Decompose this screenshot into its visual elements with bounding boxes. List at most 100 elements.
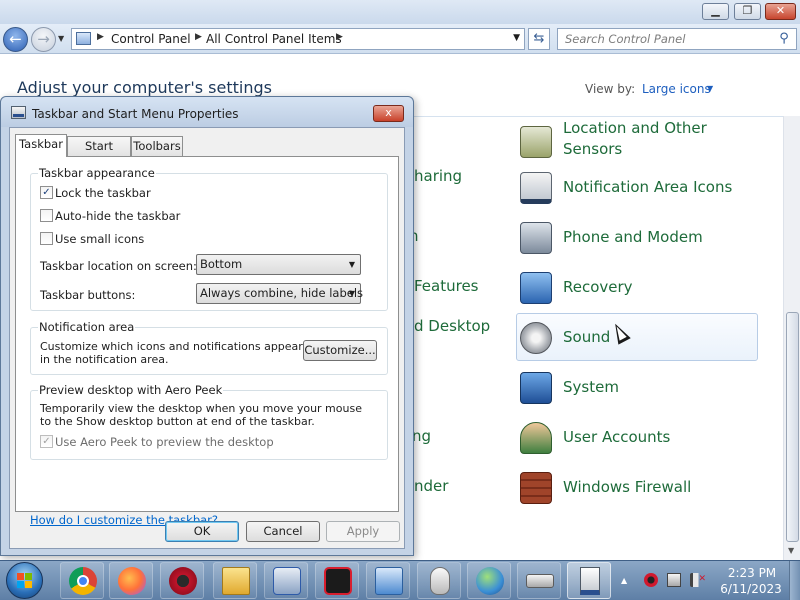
taskbar-app-recorder[interactable] xyxy=(315,562,359,599)
cp-item-sound[interactable]: Sound xyxy=(516,313,758,361)
tray-red-app-icon[interactable] xyxy=(644,573,658,587)
cp-item-partial[interactable]: ng xyxy=(412,427,431,445)
breadcrumb-all-items[interactable]: All Control Panel Items xyxy=(206,32,342,46)
taskbar-app-network[interactable] xyxy=(467,562,511,599)
firefox-icon xyxy=(118,567,146,595)
speaker-icon xyxy=(520,322,552,354)
taskbar-app-mouse[interactable] xyxy=(417,562,461,599)
group-title: Preview desktop with Aero Peek xyxy=(38,383,224,397)
group-notification-area: Notification area Customize which icons … xyxy=(30,320,388,375)
tab-taskbar[interactable]: Taskbar xyxy=(15,134,67,157)
checkbox-label[interactable]: Use Aero Peek to preview the desktop xyxy=(55,435,274,449)
search-input[interactable] xyxy=(558,29,772,49)
windows-logo-icon xyxy=(17,573,33,589)
taskbar-app-firefox[interactable] xyxy=(109,562,153,599)
group-aero-peek: Preview desktop with Aero Peek Temporari… xyxy=(30,383,388,460)
recovery-icon xyxy=(520,272,552,304)
user-accounts-icon xyxy=(520,422,552,454)
taskbar-app-explorer[interactable] xyxy=(213,562,257,599)
cp-item-label: System xyxy=(563,378,619,396)
dialog-close-button[interactable]: x xyxy=(373,105,404,122)
tab-toolbars[interactable]: Toolbars xyxy=(131,136,183,156)
auto-hide-checkbox[interactable] xyxy=(40,209,53,222)
group-title: Taskbar appearance xyxy=(38,166,156,180)
cp-item-label: Phone and Modem xyxy=(563,228,703,246)
group-taskbar-appearance: Taskbar appearance ✓ Lock the taskbar Au… xyxy=(30,166,388,311)
search-icon[interactable]: ⚲ xyxy=(776,31,792,47)
show-hidden-icons-icon[interactable]: ▲ xyxy=(621,576,627,585)
tray-device-icon[interactable] xyxy=(667,573,681,587)
show-desktop-button[interactable] xyxy=(789,561,800,600)
cp-item-label: Recovery xyxy=(563,278,633,296)
close-button[interactable]: ✕ xyxy=(765,3,796,20)
file-explorer-icon xyxy=(222,567,250,595)
checkbox-label[interactable]: Use small icons xyxy=(55,232,144,246)
chevron-right-icon[interactable]: ▶ xyxy=(195,32,202,42)
cp-item-location-sensors[interactable]: Location and Other Sensors xyxy=(516,117,758,167)
ok-button[interactable]: OK xyxy=(165,521,239,542)
back-button[interactable]: ← xyxy=(3,27,28,52)
address-bar[interactable]: ▶ Control Panel ▶ All Control Panel Item… xyxy=(71,28,525,50)
maximize-button[interactable]: ❐ xyxy=(734,3,761,20)
taskbar-location-select[interactable]: Bottom ▼ xyxy=(196,254,361,275)
vertical-scrollbar[interactable]: ▼ xyxy=(783,116,800,560)
windows-taskbar: ▲ ✕ 2:23 PM 6/11/2023 xyxy=(0,560,800,600)
cancel-button[interactable]: Cancel xyxy=(246,521,320,542)
search-box[interactable]: ⚲ xyxy=(557,28,797,50)
taskbar-app-remote[interactable] xyxy=(264,562,308,599)
cp-item-partial[interactable]: nder xyxy=(414,477,448,495)
clock-date[interactable]: 6/11/2023 xyxy=(718,582,784,596)
cp-item-user-accounts[interactable]: User Accounts xyxy=(516,413,758,461)
firewall-icon xyxy=(520,472,552,504)
cp-item-system[interactable]: System xyxy=(516,363,758,411)
taskbar-app-taskbar-properties[interactable] xyxy=(567,562,611,599)
checkbox-label[interactable]: Auto-hide the taskbar xyxy=(55,209,180,223)
cp-item-notification-area-icons[interactable]: Notification Area Icons xyxy=(516,163,758,211)
taskbar-app-keyboard[interactable] xyxy=(517,562,561,599)
apply-button[interactable]: Apply xyxy=(326,521,400,542)
minimize-button[interactable]: ▁ xyxy=(702,3,729,20)
chevron-right-icon[interactable]: ▶ xyxy=(97,32,104,42)
start-button[interactable] xyxy=(6,562,43,599)
taskbar-app-control-panel[interactable] xyxy=(366,562,410,599)
cp-item-recovery[interactable]: Recovery xyxy=(516,263,758,311)
dialog-titlebar[interactable]: Taskbar and Start Menu Properties x xyxy=(1,97,413,127)
cp-item-partial[interactable]: Features xyxy=(414,277,479,295)
cp-item-label: Location and Other Sensors xyxy=(563,119,707,158)
refresh-button[interactable]: ⇆ xyxy=(528,28,550,50)
aero-peek-checkbox[interactable]: ✓ xyxy=(40,435,53,448)
address-row: ← → ▼ ▶ Control Panel ▶ All Control Pane… xyxy=(0,24,800,54)
chevron-down-icon[interactable]: ▼ xyxy=(707,84,713,93)
window-titlebar[interactable]: ▁ ❐ ✕ xyxy=(0,0,800,24)
tab-start-menu[interactable]: Start Menu xyxy=(67,136,131,171)
cp-item-partial[interactable]: haring xyxy=(414,167,462,185)
taskbar-app-chrome[interactable] xyxy=(60,562,104,599)
recent-pages-chevron-icon[interactable]: ▼ xyxy=(58,34,64,43)
control-panel-icon xyxy=(76,32,91,45)
taskbar-app-red[interactable] xyxy=(160,562,204,599)
scroll-down-icon[interactable]: ▼ xyxy=(788,546,794,555)
chrome-icon xyxy=(69,567,97,595)
lock-taskbar-checkbox[interactable]: ✓ xyxy=(40,186,53,199)
view-by-dropdown[interactable]: Large icons xyxy=(642,82,711,96)
phone-modem-icon xyxy=(520,222,552,254)
notification-area-icon xyxy=(520,172,552,204)
scrollbar-thumb[interactable] xyxy=(786,312,799,542)
cp-item-label: Sound xyxy=(563,328,611,346)
forward-button[interactable]: → xyxy=(31,27,56,52)
checkbox-label[interactable]: Lock the taskbar xyxy=(55,186,151,200)
notification-area-description: Customize which icons and notifications … xyxy=(40,340,303,366)
cp-item-windows-firewall[interactable]: Windows Firewall xyxy=(516,463,758,511)
address-dropdown-icon[interactable]: ▼ xyxy=(513,33,520,43)
breadcrumb-control-panel[interactable]: Control Panel xyxy=(111,32,191,46)
chevron-right-icon[interactable]: ▶ xyxy=(336,32,343,42)
taskbar-buttons-select[interactable]: Always combine, hide labels ▼ xyxy=(196,283,363,304)
cp-item-partial[interactable]: d Desktop xyxy=(414,317,490,335)
clock-time[interactable]: 2:23 PM xyxy=(722,566,782,580)
small-icons-checkbox[interactable] xyxy=(40,232,53,245)
customize-button[interactable]: Customize... xyxy=(303,340,377,361)
system-icon xyxy=(520,372,552,404)
cp-item-label: Notification Area Icons xyxy=(563,178,733,196)
cp-item-phone-modem[interactable]: Phone and Modem xyxy=(516,213,758,261)
volume-muted-icon[interactable]: ✕ xyxy=(690,573,706,587)
